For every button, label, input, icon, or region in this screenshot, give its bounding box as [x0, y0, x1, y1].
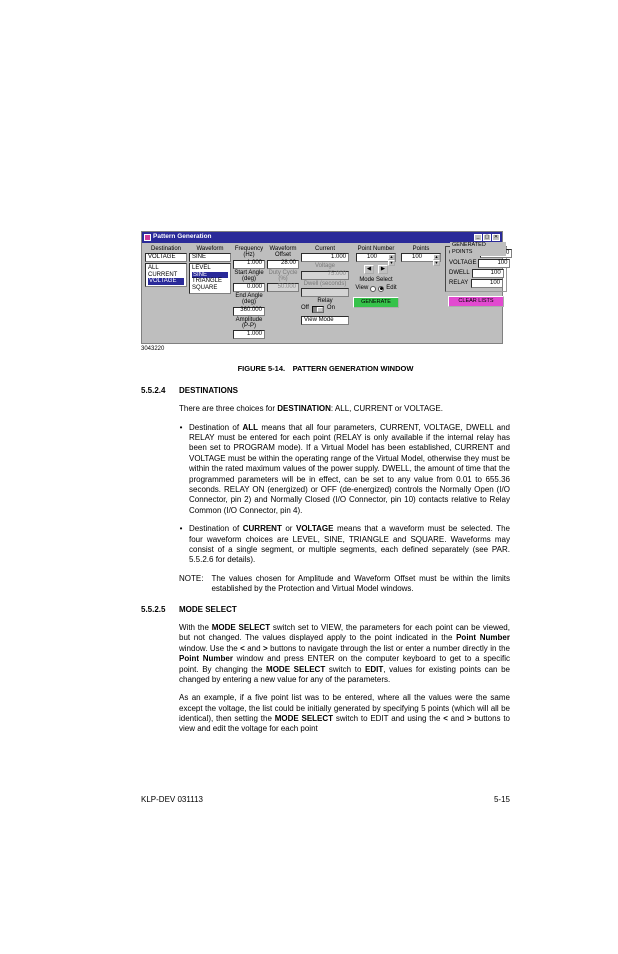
frequency-input[interactable]: 1.000 [233, 260, 265, 269]
destination-label: Destination [145, 246, 187, 252]
list-item[interactable]: LEVEL [192, 265, 228, 272]
generated-points-group: GENERATED POINTS CURRENT100 VOLTAGE100 D… [445, 246, 507, 292]
gp-row-value: 100 [471, 279, 503, 288]
mode-view-label: View [355, 285, 368, 293]
start-angle-label: Start Angle (deg) [233, 270, 265, 283]
view-mode-display: View Mode [301, 316, 349, 325]
relay-off-label: Off [301, 305, 309, 313]
list-item[interactable]: ALL [148, 265, 184, 272]
destination-list[interactable]: ALL CURRENT VOLTAGE [145, 263, 187, 287]
dwell-label: Dwell (seconds) [301, 281, 349, 287]
destination-value: VOLTAGE [145, 253, 187, 262]
titlebar: Pattern Generation _ ▢ ✕ [142, 232, 502, 243]
mode-edit-label: Edit [386, 285, 396, 293]
paragraph: As an example, if a five point list was … [179, 693, 510, 735]
waveform-value: SINE [189, 253, 231, 262]
note-text: The values chosen for Amplitude and Wave… [211, 574, 510, 595]
bullet-text: Destination of ALL means that all four p… [189, 423, 510, 517]
figure-pattern-generation: Pattern Generation _ ▢ ✕ Destination VOL… [141, 231, 510, 354]
relay-label: Relay [301, 298, 349, 304]
paragraph: There are three choices for DESTINATION:… [179, 404, 510, 414]
waveform-offset-label: Waveform Offset [267, 246, 299, 259]
list-item[interactable]: VOLTAGE [148, 278, 184, 285]
section-number: 5.5.2.5 [141, 605, 169, 615]
generate-button[interactable]: GENERATE [353, 297, 399, 308]
relay-switch[interactable] [312, 306, 324, 313]
app-icon [144, 234, 151, 241]
waveform-offset-input[interactable]: 28.00 [267, 260, 299, 269]
current-label: Current [301, 246, 349, 252]
window-minimize-button[interactable]: _ [474, 234, 482, 241]
start-angle-input[interactable]: 0.000 [233, 283, 265, 292]
footer-left: KLP-DEV 031113 [141, 795, 203, 805]
point-number-down[interactable]: ▼ [388, 260, 395, 266]
app-window: Pattern Generation _ ▢ ✕ Destination VOL… [141, 231, 503, 344]
current-input[interactable]: 1.000 [301, 253, 349, 262]
amplitude-label: Amplitude (P-P) [233, 317, 265, 330]
gp-row-name: RELAY [449, 280, 469, 288]
paragraph: With the MODE SELECT switch set to VIEW,… [179, 623, 510, 685]
footer-right: 5-15 [494, 795, 510, 805]
list-item[interactable]: CURRENT [148, 272, 184, 279]
mode-select-label: Mode Select [359, 277, 392, 283]
note-label: NOTE: [179, 574, 203, 595]
mode-view-radio[interactable] [370, 286, 376, 292]
voltage-label: Voltage [301, 263, 349, 269]
waveform-label: Waveform [189, 246, 231, 252]
window-close-button[interactable]: ✕ [492, 234, 500, 241]
end-angle-label: End Angle (deg) [233, 293, 265, 306]
voltage-input: 75.000 [301, 271, 349, 280]
list-item[interactable]: SQUARE [192, 285, 228, 292]
gp-row-value: 100 [478, 259, 510, 268]
generated-points-label: GENERATED POINTS [450, 242, 506, 256]
point-next-button[interactable]: ▶ [378, 265, 388, 274]
point-prev-button[interactable]: ◀ [364, 265, 374, 274]
relay-on-label: On [327, 305, 335, 313]
clear-lists-button[interactable]: CLEAR LISTS [448, 296, 504, 307]
point-number-label: Point Number [358, 246, 395, 252]
section-number: 5.5.2.4 [141, 386, 169, 396]
gp-row-value: 100 [472, 269, 504, 278]
points-label: Points [413, 246, 430, 252]
list-item[interactable]: SINE [192, 272, 228, 279]
gp-row-name: DWELL [449, 270, 470, 278]
dwell-input [301, 288, 349, 297]
waveform-list[interactable]: LEVEL SINE TRIANGLE SQUARE [189, 263, 231, 293]
duty-cycle-label: Duty Cycle (%) [267, 270, 299, 283]
end-angle-input[interactable]: 360.000 [233, 307, 265, 316]
list-item[interactable]: TRIANGLE [192, 278, 228, 285]
section-title: DESTINATIONS [179, 386, 238, 396]
duty-cycle-input: 50.000 [267, 283, 299, 292]
bullet-icon: • [179, 524, 183, 566]
figure-id: 3043220 [141, 346, 510, 354]
points-down[interactable]: ▼ [433, 260, 440, 266]
window-maximize-button[interactable]: ▢ [483, 234, 491, 241]
bullet-icon: • [179, 423, 183, 517]
mode-edit-radio[interactable] [378, 286, 384, 292]
window-title: Pattern Generation [153, 233, 212, 241]
section-title: MODE SELECT [179, 605, 237, 615]
figure-caption: FIGURE 5-14. PATTERN GENERATION WINDOW [141, 364, 510, 374]
frequency-label: Frequency (Hz) [233, 246, 265, 259]
gp-row-name: VOLTAGE [449, 260, 476, 268]
amplitude-input[interactable]: 1.000 [233, 330, 265, 339]
bullet-text: Destination of CURRENT or VOLTAGE means … [189, 524, 510, 566]
